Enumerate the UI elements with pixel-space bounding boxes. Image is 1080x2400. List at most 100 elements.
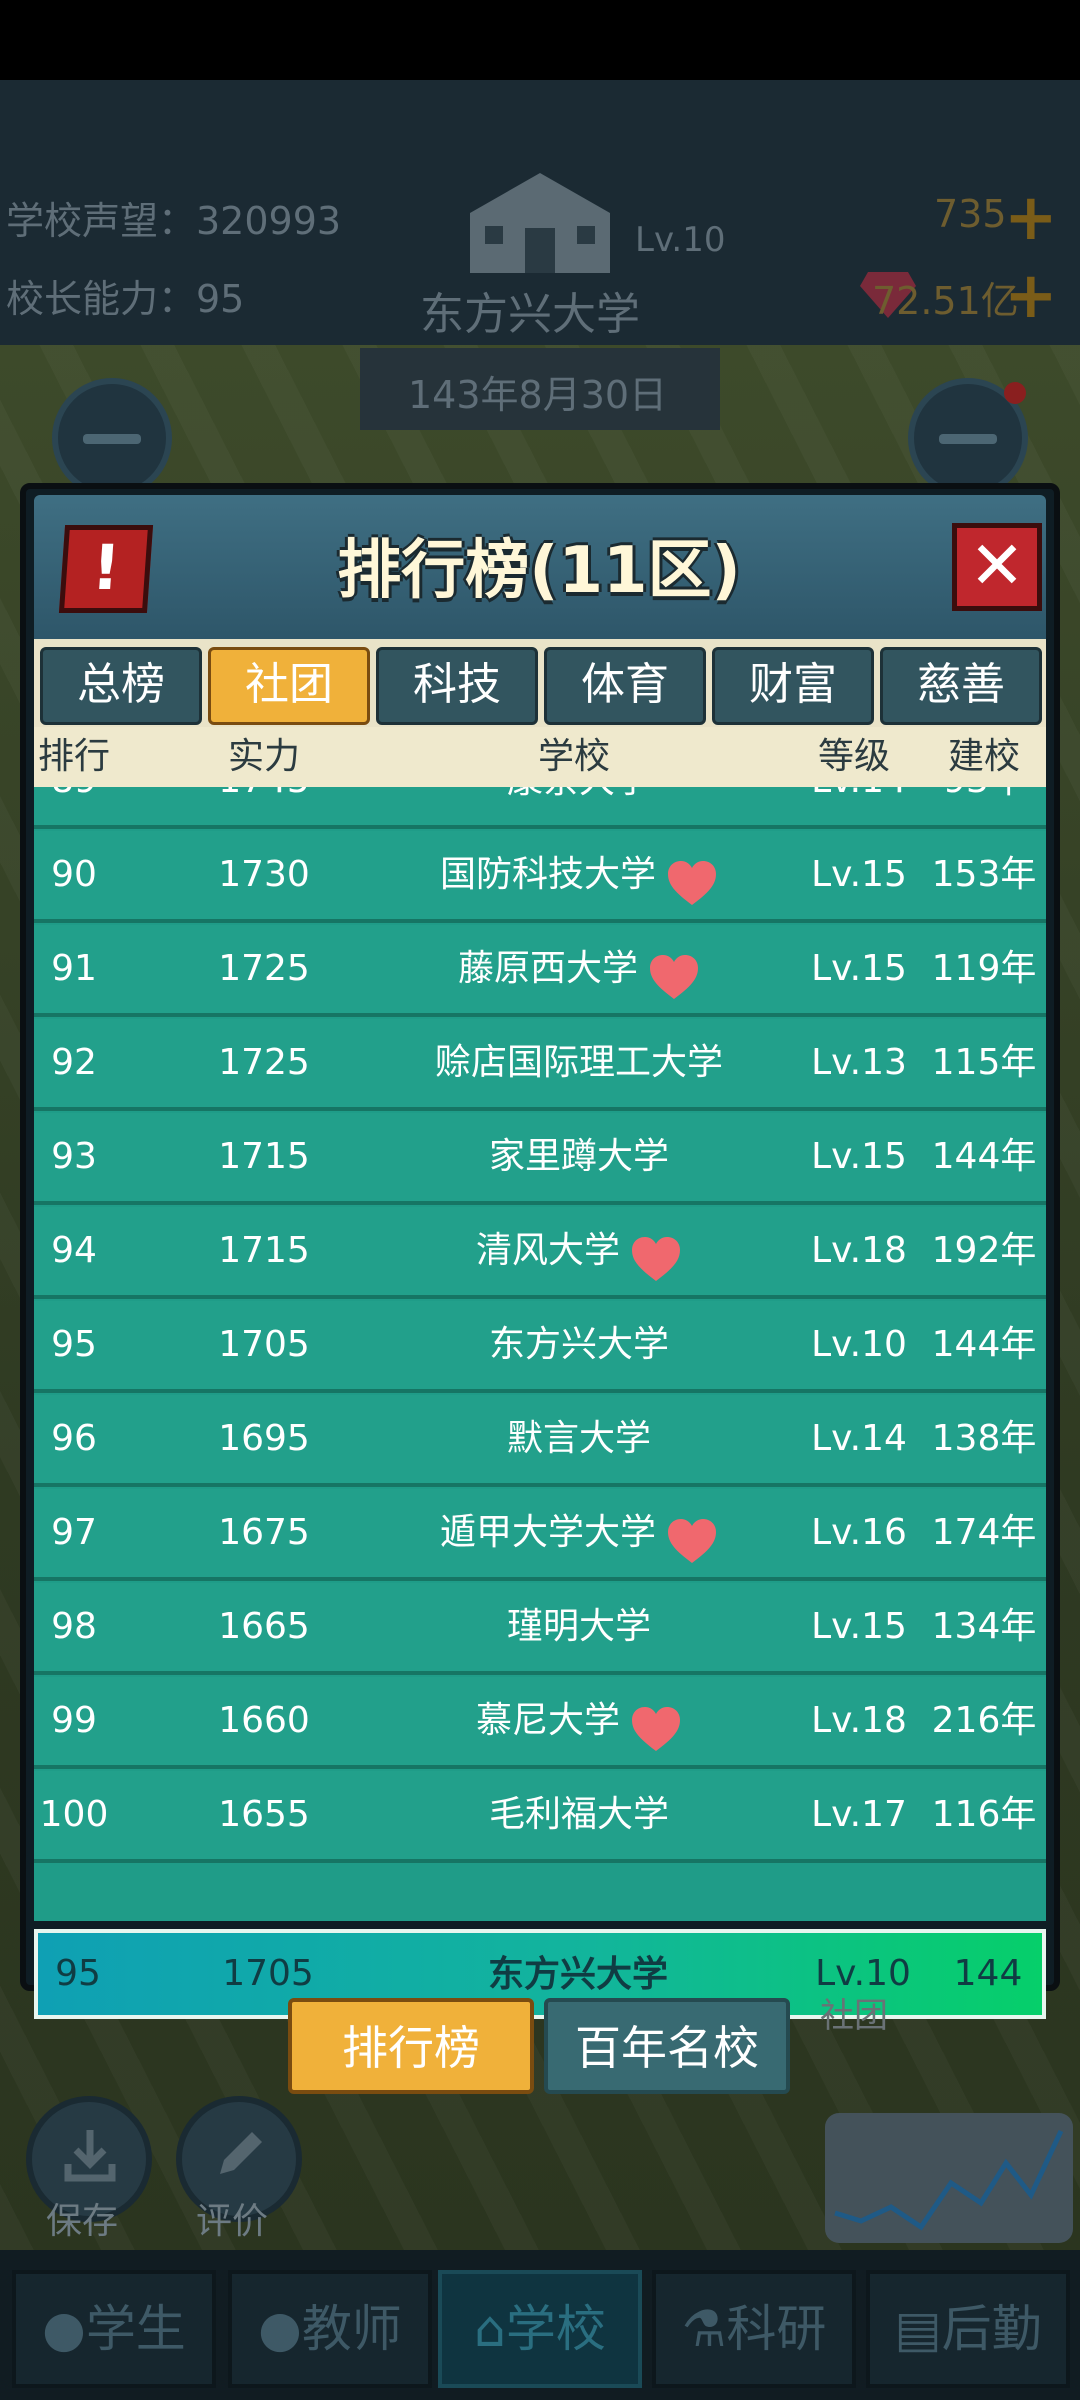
alert-icon[interactable]: !	[58, 525, 154, 613]
row-founded: 116年	[931, 1794, 1037, 1835]
close-button[interactable]: ✕	[952, 523, 1042, 611]
table-row[interactable]: 94 1715 清风大学 Lv.18 192年	[34, 1207, 1046, 1299]
col-founded[interactable]: 建校	[934, 727, 1034, 787]
tab-charity[interactable]: 慈善	[880, 647, 1042, 725]
row-school-name: 家里蹲大学	[488, 1136, 669, 1177]
row-founded: 138年	[931, 1418, 1037, 1459]
nav-logistics[interactable]: ▤后勤	[866, 2270, 1070, 2388]
row-school-cell: 东方兴大学	[364, 1301, 794, 1389]
row-rank: 89	[34, 787, 114, 825]
table-row[interactable]: 100 1655 毛利福大学 Lv.17 116年	[34, 1771, 1046, 1863]
table-row[interactable]: 96 1695 默言大学 Lv.14 138年	[34, 1395, 1046, 1487]
row-power: 1745	[194, 787, 334, 825]
heart-icon	[630, 1698, 682, 1751]
table-row[interactable]: 97 1675 遁甲大学大学 Lv.16 174年	[34, 1489, 1046, 1581]
table-row[interactable]: 91 1725 藤原西大学 Lv.15 119年	[34, 925, 1046, 1017]
row-level: Lv.15	[811, 1606, 907, 1647]
table-row[interactable]: 92 1725 赊店国际理工大学 Lv.13 115年	[34, 1019, 1046, 1111]
hud-panel: 学校声望：320993 校长能力：95 Lv.10 东方兴大学 735 + 72…	[0, 80, 1080, 396]
nav-students-label: 学生	[85, 2300, 186, 2358]
row-school-name: 默言大学	[506, 1418, 651, 1459]
row-school-name: 国防科技大学	[439, 854, 656, 895]
row-school-name: 毛利福大学	[488, 1794, 669, 1835]
row-rank: 98	[51, 1606, 97, 1647]
row-school-cell: 慕尼大学	[364, 1677, 794, 1765]
add-gems-icon[interactable]: +	[1004, 186, 1058, 250]
add-money-icon[interactable]: +	[1004, 264, 1058, 328]
row-school-name: 赊店国际理工大学	[434, 1042, 723, 1083]
bottom-nav: ●学生 ●教师 ⌂学校 ⚗科研 ▤后勤	[0, 2250, 1080, 2400]
teacher-icon: ●	[258, 2300, 302, 2358]
row-power: 1675	[218, 1512, 310, 1553]
tab-clubs[interactable]: 社团	[208, 647, 370, 725]
col-rank[interactable]: 排行	[34, 727, 114, 787]
nav-research[interactable]: ⚗科研	[652, 2270, 856, 2388]
zoom-out-left-button[interactable]	[52, 378, 172, 498]
row-power: 1715	[218, 1136, 310, 1177]
row-founded: 174年	[931, 1512, 1037, 1553]
trend-chart-widget[interactable]	[825, 2113, 1073, 2243]
row-school-cell: 瑾明大学	[364, 1583, 794, 1671]
tab-technology[interactable]: 科技	[376, 647, 538, 725]
row-school-name: 康奈大学	[507, 787, 651, 801]
row-level: Lv.10	[811, 1324, 907, 1365]
nav-school[interactable]: ⌂学校	[438, 2270, 642, 2388]
row-founded: 192年	[931, 1230, 1037, 1271]
row-founded: 144年	[931, 1136, 1037, 1177]
table-row[interactable]: 95 1705 东方兴大学 Lv.10 144年	[34, 1301, 1046, 1393]
school-name: 东方兴大学	[420, 289, 640, 340]
row-level: Lv.15	[811, 1136, 907, 1177]
tab-wealth[interactable]: 财富	[712, 647, 874, 725]
game-date-box: 143年8月30日	[360, 348, 720, 430]
row-school-cell: 国防科技大学	[364, 831, 794, 919]
century-school-tab-button[interactable]: 百年名校	[544, 1998, 790, 2094]
row-power: 1665	[218, 1606, 310, 1647]
row-rank: 93	[51, 1136, 97, 1177]
row-rank: 90	[51, 854, 97, 895]
table-row[interactable]: 93 1715 家里蹲大学 Lv.15 144年	[34, 1113, 1046, 1205]
col-power[interactable]: 实力	[214, 727, 314, 787]
table-row[interactable]: 89 1745 康奈大学 Lv.14 93年	[34, 787, 1046, 829]
table-row[interactable]: 99 1660 慕尼大学 Lv.18 216年	[34, 1677, 1046, 1769]
column-header: 排行 实力 学校 等级 建校	[34, 727, 1046, 787]
row-power: 1725	[218, 948, 310, 989]
row-rank: 100	[39, 1794, 109, 1835]
tab-overall[interactable]: 总榜	[40, 647, 202, 725]
row-power: 1715	[218, 1230, 310, 1271]
nav-teachers[interactable]: ●教师	[228, 2270, 432, 2388]
tab-sports[interactable]: 体育	[544, 647, 706, 725]
nav-students[interactable]: ●学生	[12, 2270, 216, 2388]
my-founded: 144	[953, 1953, 1023, 1994]
row-school-cell: 清风大学	[364, 1207, 794, 1295]
notification-dot	[1004, 382, 1026, 404]
my-rank: 95	[55, 1953, 101, 1994]
save-label: 保存	[46, 2201, 119, 2242]
ranking-list[interactable]: 891745康奈大学Lv.1493年901730国防科技大学Lv.15153年9…	[34, 787, 1046, 1921]
nav-research-label: 科研	[726, 2300, 827, 2358]
trend-line-icon	[834, 2129, 1064, 2231]
row-rank: 99	[51, 1700, 97, 1741]
col-school[interactable]: 学校	[504, 727, 644, 787]
row-founded: 119年	[931, 948, 1037, 989]
modal-header: ! 排行榜(11区) ✕	[34, 495, 1046, 645]
background-club-label: 社团	[820, 1996, 888, 2036]
leaderboard-tab-button[interactable]: 排行榜	[288, 1998, 534, 2094]
table-row[interactable]: 90 1730 国防科技大学 Lv.15 153年	[34, 831, 1046, 923]
gem-count: 735	[934, 192, 1007, 236]
table-row[interactable]: 98 1665 瑾明大学 Lv.15 134年	[34, 1583, 1046, 1675]
nav-logistics-label: 后勤	[941, 2300, 1042, 2358]
row-rank: 97	[51, 1512, 97, 1553]
row-founded: 93年	[929, 787, 1039, 825]
row-school-cell: 藤原西大学	[364, 925, 794, 1013]
row-level: Lv.17	[811, 1794, 907, 1835]
row-school-name: 清风大学	[475, 1230, 620, 1271]
row-rank: 96	[51, 1418, 97, 1459]
school-building-icon	[470, 173, 610, 273]
row-founded: 144年	[931, 1324, 1037, 1365]
money-amount: 72.51亿	[872, 279, 1019, 323]
row-level: Lv.18	[811, 1700, 907, 1741]
col-level[interactable]: 等级	[804, 727, 904, 787]
row-school-cell: 赊店国际理工大学	[364, 1019, 794, 1107]
row-school-cell: 家里蹲大学	[364, 1113, 794, 1201]
school-level: Lv.10	[635, 220, 726, 260]
